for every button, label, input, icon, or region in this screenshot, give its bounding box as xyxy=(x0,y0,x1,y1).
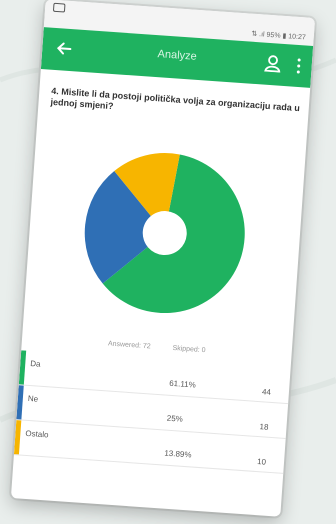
color-bar xyxy=(13,420,22,455)
answer-count: 44 xyxy=(261,387,272,397)
phone-screen: ⇅ .ıl 95% ▮ 10:27 Analyze 4. Mislite li … xyxy=(10,0,316,517)
answer-percent: 13.89% xyxy=(164,448,192,460)
status-text: ⇅ .ıl 95% ▮ 10:27 xyxy=(251,30,306,42)
skipped-count: Skipped: 0 xyxy=(172,344,206,355)
camera-icon xyxy=(52,2,66,13)
user-icon[interactable] xyxy=(263,54,282,73)
color-bar xyxy=(16,385,24,420)
answered-count: Answered: 72 xyxy=(107,340,151,351)
donut-chart xyxy=(84,153,245,314)
answer-label: Ne xyxy=(27,393,39,404)
more-options-icon[interactable] xyxy=(295,57,302,75)
answer-label: Ostalo xyxy=(25,428,49,440)
answer-percent: 25% xyxy=(166,413,184,424)
answer-count: 10 xyxy=(256,457,267,467)
answer-percent: 61.11% xyxy=(168,378,197,390)
answer-label: Da xyxy=(30,359,41,369)
color-bar xyxy=(18,350,27,385)
answer-rows: Da 61.11% 44 Ne 25% 18 Ostalo 13.89% 10 xyxy=(13,350,291,474)
question-text: 4. Mislite li da postoji politička volja… xyxy=(50,85,301,114)
answer-count: 18 xyxy=(259,422,269,432)
